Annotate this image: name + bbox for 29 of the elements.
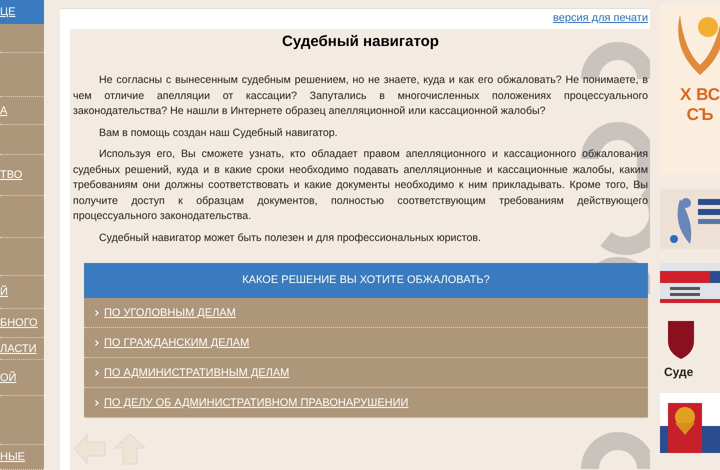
navigator-item[interactable]: ПО АДМИНИСТРАТИВНЫМ ДЕЛАМ <box>84 358 648 388</box>
sidebar-item[interactable]: ЦЕ <box>0 6 16 18</box>
sidebar-item[interactable]: Й <box>0 286 8 298</box>
up-arrow-icon[interactable] <box>113 432 147 466</box>
chevron-icon <box>95 400 99 406</box>
sidebar-item[interactable]: ЛАСТИ <box>0 342 37 354</box>
paragraph: Используя его, Вы сможете узнать, кто обладает правом апелляционного и кассационного обжалования судебных решений, куда и в какие сроки необходимо подавать апелляционные и кассационные жалобы, каким требованиям они должны соответствовать и какие документы необходимо к ним прикладывать. Кроме того, Вы получите доступ к образцам документов, полностью соответствующим требованиям действующего процессуального законодательства. <box>73 147 648 224</box>
sidebar-item[interactable]: БНОГО <box>0 317 38 329</box>
sidebar-item[interactable]: ОЙ <box>0 372 16 384</box>
logo-caption: Суде <box>664 365 694 379</box>
chevron-icon <box>95 340 99 346</box>
back-arrow-icon[interactable] <box>73 432 107 466</box>
sidebar-item[interactable]: НЫЕ <box>0 451 26 463</box>
navigator-item[interactable]: ПО ДЕЛУ ОБ АДМИНИСТРАТИВНОМ ПРАВОНАРУШЕНИИ <box>84 388 648 418</box>
banner-text: СЪ <box>686 105 714 125</box>
navigator-item[interactable]: ПО УГОЛОВНЫМ ДЕЛАМ <box>84 298 648 328</box>
banner[interactable]: Х ВС СЪ <box>660 5 720 175</box>
paragraph: Не согласны с вынесенным судебным решением, но не знаете, куда и как его обжаловать? Не понимаете, в чем отличие апелляции от кассации? Запутались в многочисленных положениях процессуального законодательства? Не нашли в Интернете образец апелляционной или кассационной жалобы? <box>73 73 648 119</box>
paragraph: Вам в помощь создан наш Судебный навигатор. <box>98 126 339 140</box>
chevron-icon <box>95 370 99 376</box>
navigator-item[interactable]: ПО ГРАЖДАНСКИМ ДЕЛАМ <box>84 328 648 358</box>
chevron-icon <box>95 310 99 316</box>
banner-text: Х ВС <box>680 85 720 105</box>
sidebar-item[interactable]: ТВО <box>0 169 22 181</box>
paragraph: Судебный навигатор может быть полезен и для профессиональных юристов. <box>98 230 482 246</box>
print-version-link[interactable]: версия для печати <box>553 12 648 26</box>
navigator-header: КАКОЕ РЕШЕНИЕ ВЫ ХОТИТЕ ОБЖАЛОВАТЬ? <box>84 263 648 298</box>
page-title: Судебный навигатор <box>281 33 440 50</box>
sidebar-item[interactable]: А <box>0 104 8 116</box>
